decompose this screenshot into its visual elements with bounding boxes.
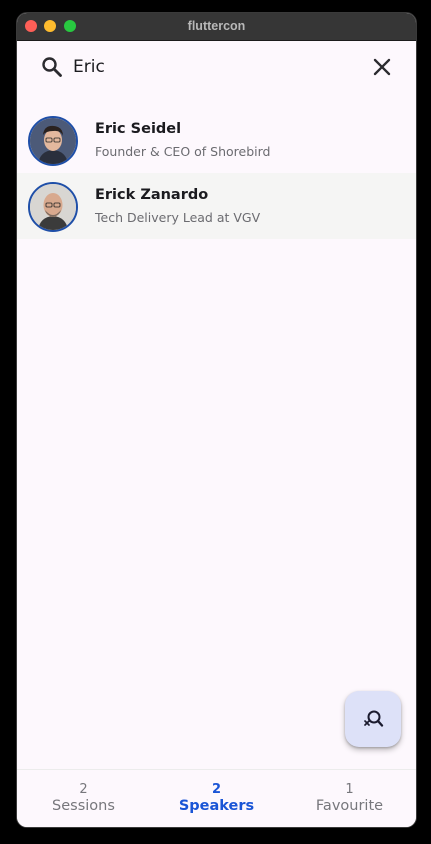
tab-count: 2 (211, 782, 222, 797)
speaker-title: Tech Delivery Lead at VGV (95, 210, 261, 225)
tab-label: Sessions (52, 798, 115, 814)
app-window: fluttercon Eric Eric Seidel Founder & CE… (16, 12, 417, 828)
search-off-icon (364, 710, 384, 727)
tab-count: 1 (345, 782, 354, 797)
speaker-row[interactable]: Erick Zanardo Tech Delivery Lead at VGV (17, 173, 416, 239)
speaker-title: Founder & CEO of Shorebird (95, 144, 271, 159)
tab-label: Favourite (315, 798, 384, 814)
avatar (28, 116, 78, 166)
tab-label: Speakers (178, 798, 255, 814)
speaker-list: Eric Seidel Founder & CEO of Shorebird E… (17, 107, 416, 239)
bottom-navigation: 2 Sessions 2 Speakers 1 Favourite (17, 769, 416, 827)
window-title: fluttercon (187, 19, 246, 33)
speaker-name: Erick Zanardo (95, 187, 209, 203)
search-icon (42, 57, 62, 77)
avatar (28, 182, 78, 232)
search-bar: Eric (17, 41, 416, 97)
title-bar: fluttercon (17, 13, 416, 41)
tab-favourite[interactable]: 1 Favourite (283, 770, 416, 827)
speaker-photo (30, 118, 76, 164)
speaker-name: Eric Seidel (95, 121, 182, 137)
speaker-row[interactable]: Eric Seidel Founder & CEO of Shorebird (17, 107, 416, 173)
tab-count: 2 (79, 782, 88, 797)
speaker-photo (30, 184, 76, 230)
tab-sessions[interactable]: 2 Sessions (17, 770, 150, 827)
tab-speakers[interactable]: 2 Speakers (150, 770, 283, 827)
search-input[interactable]: Eric (73, 57, 105, 77)
search-off-button[interactable] (345, 691, 401, 747)
close-icon[interactable] (372, 57, 392, 77)
